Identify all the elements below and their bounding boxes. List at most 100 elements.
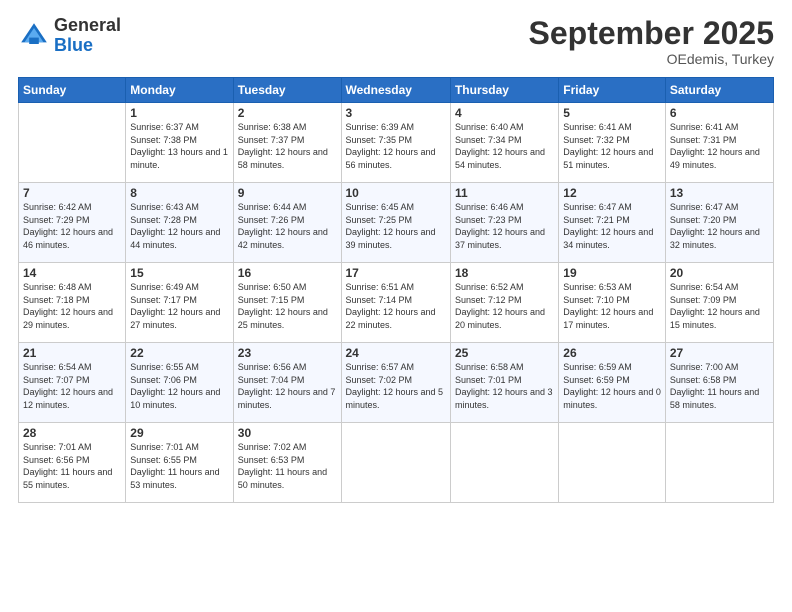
- day-info: Sunrise: 6:39 AM Sunset: 7:35 PM Dayligh…: [346, 121, 446, 171]
- calendar-cell: 14Sunrise: 6:48 AM Sunset: 7:18 PM Dayli…: [19, 263, 126, 343]
- calendar-cell: 3Sunrise: 6:39 AM Sunset: 7:35 PM Daylig…: [341, 103, 450, 183]
- calendar-cell: 27Sunrise: 7:00 AM Sunset: 6:58 PM Dayli…: [665, 343, 773, 423]
- calendar-cell: 29Sunrise: 7:01 AM Sunset: 6:55 PM Dayli…: [126, 423, 233, 503]
- logo-text: General Blue: [54, 16, 121, 56]
- weekday-header-tuesday: Tuesday: [233, 78, 341, 103]
- calendar-cell: 10Sunrise: 6:45 AM Sunset: 7:25 PM Dayli…: [341, 183, 450, 263]
- day-info: Sunrise: 6:55 AM Sunset: 7:06 PM Dayligh…: [130, 361, 228, 411]
- day-number: 1: [130, 106, 228, 120]
- calendar-cell: 12Sunrise: 6:47 AM Sunset: 7:21 PM Dayli…: [559, 183, 666, 263]
- calendar-week-2: 14Sunrise: 6:48 AM Sunset: 7:18 PM Dayli…: [19, 263, 774, 343]
- weekday-header-saturday: Saturday: [665, 78, 773, 103]
- calendar-cell: [559, 423, 666, 503]
- calendar-cell: 1Sunrise: 6:37 AM Sunset: 7:38 PM Daylig…: [126, 103, 233, 183]
- day-info: Sunrise: 6:37 AM Sunset: 7:38 PM Dayligh…: [130, 121, 228, 171]
- day-info: Sunrise: 6:47 AM Sunset: 7:21 PM Dayligh…: [563, 201, 661, 251]
- header: General Blue September 2025 OEdemis, Tur…: [18, 16, 774, 67]
- day-info: Sunrise: 6:48 AM Sunset: 7:18 PM Dayligh…: [23, 281, 121, 331]
- day-info: Sunrise: 7:01 AM Sunset: 6:56 PM Dayligh…: [23, 441, 121, 491]
- weekday-header-row: SundayMondayTuesdayWednesdayThursdayFrid…: [19, 78, 774, 103]
- calendar-cell: 25Sunrise: 6:58 AM Sunset: 7:01 PM Dayli…: [450, 343, 558, 423]
- weekday-header-monday: Monday: [126, 78, 233, 103]
- day-number: 11: [455, 186, 554, 200]
- day-info: Sunrise: 6:51 AM Sunset: 7:14 PM Dayligh…: [346, 281, 446, 331]
- day-info: Sunrise: 6:40 AM Sunset: 7:34 PM Dayligh…: [455, 121, 554, 171]
- day-number: 7: [23, 186, 121, 200]
- day-number: 23: [238, 346, 337, 360]
- calendar-cell: 5Sunrise: 6:41 AM Sunset: 7:32 PM Daylig…: [559, 103, 666, 183]
- calendar-cell: 26Sunrise: 6:59 AM Sunset: 6:59 PM Dayli…: [559, 343, 666, 423]
- day-number: 27: [670, 346, 769, 360]
- day-number: 22: [130, 346, 228, 360]
- day-number: 8: [130, 186, 228, 200]
- day-info: Sunrise: 6:41 AM Sunset: 7:32 PM Dayligh…: [563, 121, 661, 171]
- day-number: 24: [346, 346, 446, 360]
- day-info: Sunrise: 6:43 AM Sunset: 7:28 PM Dayligh…: [130, 201, 228, 251]
- calendar-cell: 23Sunrise: 6:56 AM Sunset: 7:04 PM Dayli…: [233, 343, 341, 423]
- day-number: 16: [238, 266, 337, 280]
- day-info: Sunrise: 6:49 AM Sunset: 7:17 PM Dayligh…: [130, 281, 228, 331]
- day-number: 3: [346, 106, 446, 120]
- calendar-cell: 30Sunrise: 7:02 AM Sunset: 6:53 PM Dayli…: [233, 423, 341, 503]
- logo-blue-text: Blue: [54, 36, 121, 56]
- day-info: Sunrise: 6:47 AM Sunset: 7:20 PM Dayligh…: [670, 201, 769, 251]
- day-number: 6: [670, 106, 769, 120]
- title-area: September 2025 OEdemis, Turkey: [529, 16, 774, 67]
- calendar-cell: 21Sunrise: 6:54 AM Sunset: 7:07 PM Dayli…: [19, 343, 126, 423]
- calendar-cell: 18Sunrise: 6:52 AM Sunset: 7:12 PM Dayli…: [450, 263, 558, 343]
- weekday-header-friday: Friday: [559, 78, 666, 103]
- day-number: 26: [563, 346, 661, 360]
- calendar-cell: 7Sunrise: 6:42 AM Sunset: 7:29 PM Daylig…: [19, 183, 126, 263]
- day-number: 5: [563, 106, 661, 120]
- day-info: Sunrise: 6:54 AM Sunset: 7:09 PM Dayligh…: [670, 281, 769, 331]
- location-subtitle: OEdemis, Turkey: [529, 51, 774, 67]
- calendar-cell: 13Sunrise: 6:47 AM Sunset: 7:20 PM Dayli…: [665, 183, 773, 263]
- calendar-cell: [341, 423, 450, 503]
- calendar-cell: 9Sunrise: 6:44 AM Sunset: 7:26 PM Daylig…: [233, 183, 341, 263]
- day-info: Sunrise: 7:01 AM Sunset: 6:55 PM Dayligh…: [130, 441, 228, 491]
- logo-icon: [18, 20, 50, 52]
- day-number: 20: [670, 266, 769, 280]
- day-info: Sunrise: 7:02 AM Sunset: 6:53 PM Dayligh…: [238, 441, 337, 491]
- calendar-cell: 22Sunrise: 6:55 AM Sunset: 7:06 PM Dayli…: [126, 343, 233, 423]
- day-number: 30: [238, 426, 337, 440]
- calendar-cell: 8Sunrise: 6:43 AM Sunset: 7:28 PM Daylig…: [126, 183, 233, 263]
- day-number: 9: [238, 186, 337, 200]
- day-info: Sunrise: 6:46 AM Sunset: 7:23 PM Dayligh…: [455, 201, 554, 251]
- day-number: 13: [670, 186, 769, 200]
- day-info: Sunrise: 7:00 AM Sunset: 6:58 PM Dayligh…: [670, 361, 769, 411]
- calendar-cell: 20Sunrise: 6:54 AM Sunset: 7:09 PM Dayli…: [665, 263, 773, 343]
- day-info: Sunrise: 6:44 AM Sunset: 7:26 PM Dayligh…: [238, 201, 337, 251]
- calendar-week-1: 7Sunrise: 6:42 AM Sunset: 7:29 PM Daylig…: [19, 183, 774, 263]
- calendar-week-0: 1Sunrise: 6:37 AM Sunset: 7:38 PM Daylig…: [19, 103, 774, 183]
- calendar-cell: 4Sunrise: 6:40 AM Sunset: 7:34 PM Daylig…: [450, 103, 558, 183]
- weekday-header-thursday: Thursday: [450, 78, 558, 103]
- calendar-cell: [19, 103, 126, 183]
- weekday-header-sunday: Sunday: [19, 78, 126, 103]
- calendar-table: SundayMondayTuesdayWednesdayThursdayFrid…: [18, 77, 774, 503]
- calendar-cell: [450, 423, 558, 503]
- month-title: September 2025: [529, 16, 774, 51]
- logo-general-text: General: [54, 16, 121, 36]
- calendar-cell: 6Sunrise: 6:41 AM Sunset: 7:31 PM Daylig…: [665, 103, 773, 183]
- day-info: Sunrise: 6:53 AM Sunset: 7:10 PM Dayligh…: [563, 281, 661, 331]
- day-number: 14: [23, 266, 121, 280]
- day-info: Sunrise: 6:38 AM Sunset: 7:37 PM Dayligh…: [238, 121, 337, 171]
- day-info: Sunrise: 6:59 AM Sunset: 6:59 PM Dayligh…: [563, 361, 661, 411]
- calendar-cell: 28Sunrise: 7:01 AM Sunset: 6:56 PM Dayli…: [19, 423, 126, 503]
- calendar-cell: 17Sunrise: 6:51 AM Sunset: 7:14 PM Dayli…: [341, 263, 450, 343]
- calendar-cell: 19Sunrise: 6:53 AM Sunset: 7:10 PM Dayli…: [559, 263, 666, 343]
- calendar-cell: 16Sunrise: 6:50 AM Sunset: 7:15 PM Dayli…: [233, 263, 341, 343]
- calendar-cell: [665, 423, 773, 503]
- calendar-week-4: 28Sunrise: 7:01 AM Sunset: 6:56 PM Dayli…: [19, 423, 774, 503]
- logo: General Blue: [18, 16, 121, 56]
- day-info: Sunrise: 6:41 AM Sunset: 7:31 PM Dayligh…: [670, 121, 769, 171]
- day-number: 12: [563, 186, 661, 200]
- day-number: 10: [346, 186, 446, 200]
- calendar-cell: 24Sunrise: 6:57 AM Sunset: 7:02 PM Dayli…: [341, 343, 450, 423]
- day-info: Sunrise: 6:45 AM Sunset: 7:25 PM Dayligh…: [346, 201, 446, 251]
- weekday-header-wednesday: Wednesday: [341, 78, 450, 103]
- calendar-cell: 15Sunrise: 6:49 AM Sunset: 7:17 PM Dayli…: [126, 263, 233, 343]
- calendar-cell: 2Sunrise: 6:38 AM Sunset: 7:37 PM Daylig…: [233, 103, 341, 183]
- calendar-week-3: 21Sunrise: 6:54 AM Sunset: 7:07 PM Dayli…: [19, 343, 774, 423]
